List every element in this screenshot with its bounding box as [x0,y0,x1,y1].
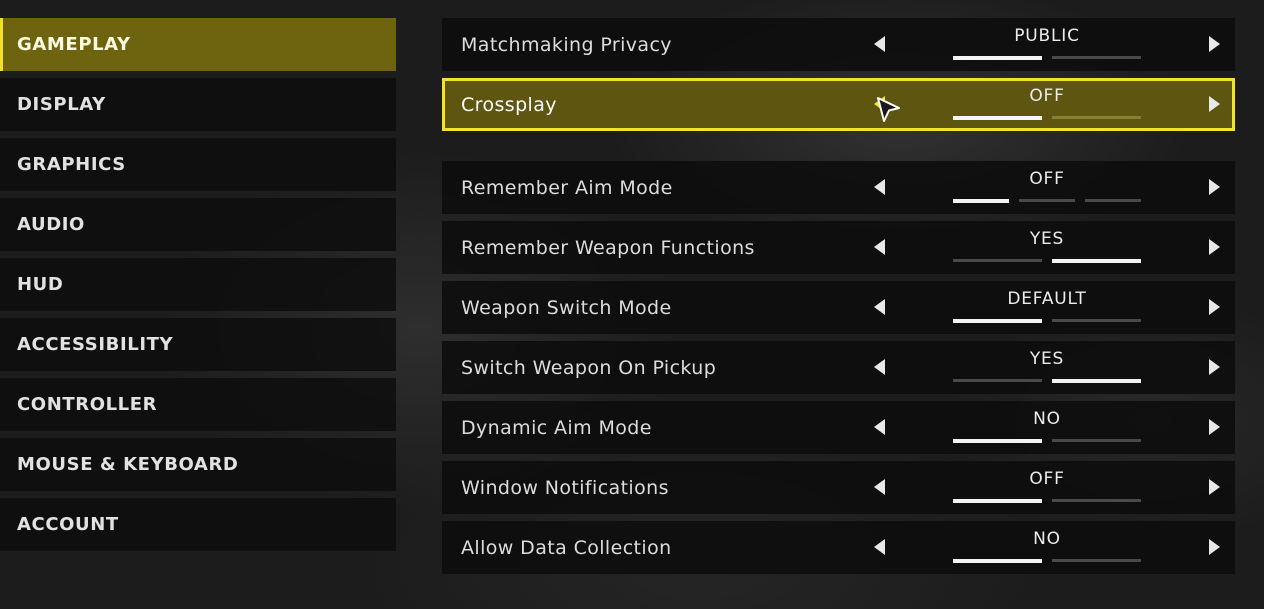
sidebar-item-hud[interactable]: HUD [0,258,396,311]
setting-value: OFF [1029,469,1065,489]
arrow-right-icon[interactable] [1209,36,1220,52]
arrow-right-icon[interactable] [1209,179,1220,195]
setting-label: Weapon Switch Mode [461,296,672,319]
sidebar-item-account[interactable]: ACCOUNT [0,498,396,551]
option-segment [1052,319,1141,322]
setting-value: YES [1029,349,1065,369]
setting-label: Remember Aim Mode [461,176,673,199]
setting-label: Remember Weapon Functions [461,236,755,259]
arrow-left-icon[interactable] [874,359,885,375]
setting-row-crossplay[interactable]: Crossplay OFF [442,78,1235,131]
sidebar-item-label: ACCESSIBILITY [17,334,174,355]
sidebar-item-label: GRAPHICS [17,154,126,175]
option-segment [953,259,1042,262]
setting-label: Dynamic Aim Mode [461,416,652,439]
sidebar-item-label: GAMEPLAY [17,34,131,55]
arrow-left-icon[interactable] [874,419,885,435]
sidebar-item-gameplay[interactable]: GAMEPLAY [0,18,396,71]
sidebar-item-label: ACCOUNT [17,514,119,535]
arrow-left-icon[interactable] [874,299,885,315]
setting-row-matchmaking-privacy[interactable]: Matchmaking Privacy PUBLIC [442,18,1235,71]
arrow-right-icon[interactable] [1209,359,1220,375]
sidebar-item-controller[interactable]: CONTROLLER [0,378,396,431]
option-indicator [953,116,1141,120]
setting-label: Allow Data Collection [461,536,672,559]
arrow-right-icon[interactable] [1209,479,1220,495]
arrow-left-icon[interactable] [874,36,885,52]
setting-row-switch-weapon-on-pickup[interactable]: Switch Weapon On Pickup YES [442,341,1235,394]
arrow-left-icon[interactable] [874,239,885,255]
setting-value: OFF [1029,86,1065,106]
sidebar-item-label: DISPLAY [17,94,106,115]
option-indicator [953,56,1141,60]
option-segment [1052,116,1141,119]
option-segment-selected [953,56,1042,60]
setting-row-weapon-switch-mode[interactable]: Weapon Switch Mode DEFAULT [442,281,1235,334]
setting-value: DEFAULT [1007,289,1087,309]
option-indicator [953,199,1141,203]
sidebar-item-label: MOUSE & KEYBOARD [17,454,239,475]
setting-value: OFF [1029,169,1065,189]
option-segment-selected [1052,379,1141,383]
option-segment-selected [953,499,1042,503]
gameplay-settings-list: Matchmaking Privacy PUBLIC Crossplay OFF… [442,18,1235,581]
sidebar-item-label: HUD [17,274,64,295]
option-segment-selected [1052,259,1141,263]
setting-row-allow-data-collection[interactable]: Allow Data Collection NO [442,521,1235,574]
arrow-left-icon[interactable] [874,479,885,495]
sidebar-item-label: AUDIO [17,214,85,235]
setting-value: NO [1033,409,1061,429]
setting-row-window-notifications[interactable]: Window Notifications OFF [442,461,1235,514]
option-segment [1019,199,1075,202]
setting-row-dynamic-aim-mode[interactable]: Dynamic Aim Mode NO [442,401,1235,454]
option-segment [1052,499,1141,502]
sidebar-item-mouse-keyboard[interactable]: MOUSE & KEYBOARD [0,438,396,491]
settings-sidebar: GAMEPLAY DISPLAY GRAPHICS AUDIO HUD ACCE… [0,18,396,558]
sidebar-item-display[interactable]: DISPLAY [0,78,396,131]
option-segment [1052,559,1141,562]
option-segment [1052,56,1141,59]
setting-value: PUBLIC [1014,26,1080,46]
setting-value: YES [1029,229,1065,249]
setting-row-remember-weapon-functions[interactable]: Remember Weapon Functions YES [442,221,1235,274]
setting-value: NO [1033,529,1061,549]
option-segment [953,379,1042,382]
option-segment-selected [953,439,1042,443]
option-segment [1085,199,1141,202]
arrow-right-icon[interactable] [1209,299,1220,315]
arrow-left-icon[interactable] [874,539,885,555]
option-indicator [953,439,1141,443]
sidebar-item-label: CONTROLLER [17,394,158,415]
option-segment-selected [953,199,1009,203]
option-indicator [953,319,1141,323]
setting-label: Crossplay [461,93,557,116]
setting-row-remember-aim-mode[interactable]: Remember Aim Mode OFF [442,161,1235,214]
setting-label: Switch Weapon On Pickup [461,356,717,379]
arrow-right-icon[interactable] [1209,419,1220,435]
arrow-right-icon[interactable] [1209,539,1220,555]
option-indicator [953,259,1141,263]
arrow-left-icon[interactable] [874,179,885,195]
option-indicator [953,499,1141,503]
setting-label: Matchmaking Privacy [461,33,672,56]
arrow-right-icon[interactable] [1209,239,1220,255]
option-segment-selected [953,559,1042,563]
mouse-pointer-icon [877,97,900,122]
sidebar-item-accessibility[interactable]: ACCESSIBILITY [0,318,396,371]
option-segment-selected [953,319,1042,323]
sidebar-item-audio[interactable]: AUDIO [0,198,396,251]
option-indicator [953,559,1141,563]
sidebar-item-graphics[interactable]: GRAPHICS [0,138,396,191]
setting-label: Window Notifications [461,476,669,499]
option-indicator [953,379,1141,383]
arrow-right-icon[interactable] [1209,96,1220,112]
option-segment [1052,439,1141,442]
option-segment-selected [953,116,1042,120]
